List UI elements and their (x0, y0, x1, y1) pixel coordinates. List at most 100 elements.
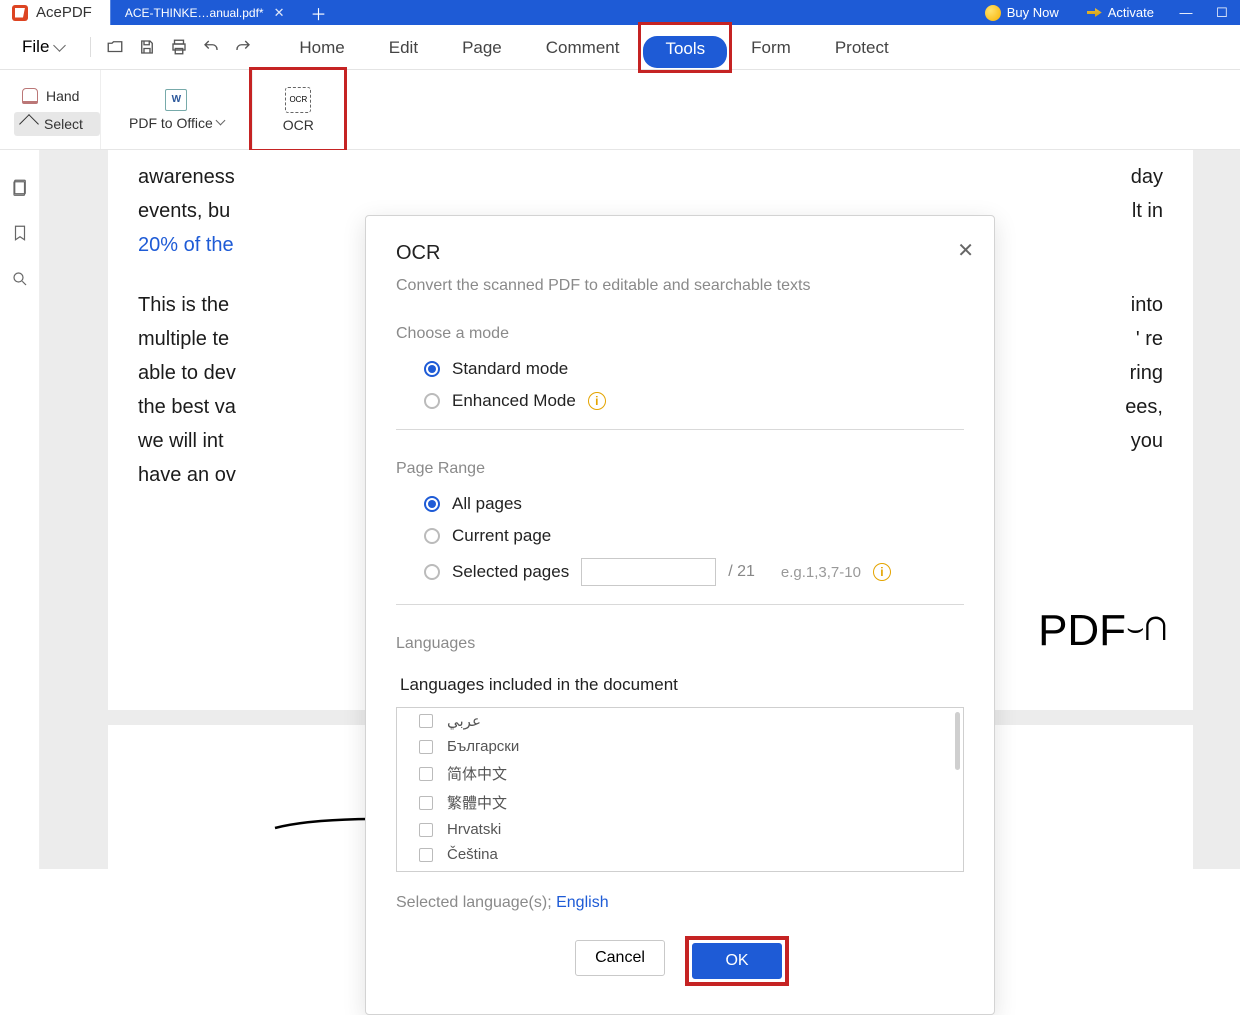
search-icon[interactable] (11, 270, 29, 288)
select-label: Select (44, 116, 83, 132)
ocr-dialog: OCR ✕ Convert the scanned PDF to editabl… (365, 215, 995, 1015)
ocr-button[interactable]: OCR OCR (252, 70, 344, 149)
language-option[interactable]: Hrvatski (397, 817, 963, 842)
ocr-label: OCR (283, 117, 314, 133)
doc-text: we will int (138, 430, 224, 452)
radio-off-icon (424, 564, 440, 580)
total-pages: / 21 (728, 563, 755, 581)
page-range-label: Page Range (396, 460, 964, 478)
checkbox-icon (419, 740, 433, 754)
tab-edit[interactable]: Edit (367, 25, 440, 70)
languages-listbox[interactable]: عربي Български 简体中文 繁體中文 Hrvatski Češtin… (396, 707, 964, 872)
language-option[interactable]: 繁體中文 (397, 788, 963, 817)
tab-home[interactable]: Home (277, 25, 366, 70)
doc-text: multiple te (138, 328, 229, 350)
standard-mode-label: Standard mode (452, 359, 568, 379)
hand-icon (22, 88, 38, 104)
language-option[interactable]: عربي (397, 708, 963, 734)
pdf-to-office-label: PDF to Office (129, 115, 213, 131)
cancel-button[interactable]: Cancel (575, 940, 665, 976)
language-label: 简体中文 (447, 763, 507, 784)
doc-text: the best va (138, 396, 236, 418)
tab-form[interactable]: Form (729, 25, 813, 70)
face-icon (985, 5, 1001, 21)
doc-text: ' re (1136, 322, 1163, 356)
tab-page[interactable]: Page (440, 25, 524, 70)
app-name: AcePDF (36, 4, 92, 21)
dialog-subtitle: Convert the scanned PDF to editable and … (396, 277, 964, 295)
bookmark-icon[interactable] (11, 224, 29, 242)
doc-text: events, bu (138, 200, 230, 222)
activate-button[interactable]: Activate (1073, 0, 1168, 25)
pdf-to-word-icon (165, 89, 187, 111)
enhanced-mode-label: Enhanced Mode (452, 391, 576, 411)
doc-text: into (1131, 288, 1163, 322)
info-icon[interactable]: i (588, 392, 606, 410)
selected-language-value: English (556, 894, 608, 911)
language-option[interactable]: Български (397, 734, 963, 759)
doc-text: have an ov (138, 464, 236, 486)
app-logo-icon (12, 5, 28, 21)
window-maximize-button[interactable]: ☐ (1204, 0, 1240, 25)
checkbox-icon (419, 823, 433, 837)
standard-mode-option[interactable]: Standard mode (424, 359, 964, 379)
file-label: File (22, 37, 49, 57)
tab-protect[interactable]: Protect (813, 25, 911, 70)
checkbox-icon (419, 767, 433, 781)
language-option[interactable]: 简体中文 (397, 759, 963, 788)
doc-text: you (1131, 424, 1163, 458)
close-tab-icon[interactable]: ✕ (274, 5, 285, 21)
document-name: ACE-THINKE…anual.pdf* (125, 6, 264, 20)
selected-pages-label: Selected pages (452, 562, 569, 582)
checkbox-icon (419, 714, 433, 728)
file-menu[interactable]: File (0, 37, 82, 57)
doc-text: This is the (138, 294, 229, 316)
range-example: e.g.1,3,7-10 (781, 564, 861, 581)
chevron-down-icon (215, 116, 225, 126)
hand-tool[interactable]: Hand (14, 84, 100, 108)
document-tab[interactable]: ACE-THINKE…anual.pdf* ✕ (110, 0, 299, 25)
tab-tools[interactable]: Tools (643, 36, 727, 68)
doc-text: awareness (138, 166, 235, 188)
menubar: File Home Edit Page Comment Tools Form P… (0, 25, 1240, 70)
pdf-to-office-button[interactable]: PDF to Office (100, 70, 252, 149)
window-minimize-button[interactable]: — (1168, 0, 1204, 25)
print-icon[interactable] (169, 37, 189, 57)
redo-icon[interactable] (233, 37, 253, 57)
language-label: 繁體中文 (447, 792, 507, 813)
new-tab-button[interactable]: ＋ (299, 0, 339, 25)
language-label: Български (447, 738, 519, 755)
tab-comment[interactable]: Comment (524, 25, 642, 70)
cursor-icon (19, 114, 39, 134)
undo-icon[interactable] (201, 37, 221, 57)
scrollbar[interactable] (955, 712, 960, 770)
dialog-close-button[interactable]: ✕ (957, 238, 974, 263)
selected-pages-input[interactable] (581, 558, 716, 586)
radio-off-icon (424, 393, 440, 409)
languages-title: Languages included in the document (400, 675, 964, 695)
hand-label: Hand (46, 88, 79, 104)
doc-text: ees, (1125, 390, 1163, 424)
chevron-down-icon (54, 39, 67, 52)
thumbnails-icon[interactable] (11, 178, 29, 196)
select-tool[interactable]: Select (14, 112, 100, 136)
enhanced-mode-option[interactable]: Enhanced Mode i (424, 391, 964, 411)
open-icon[interactable] (105, 37, 125, 57)
doc-text: able to dev (138, 362, 236, 384)
save-icon[interactable] (137, 37, 157, 57)
selected-pages-option[interactable]: Selected pages / 21 e.g.1,3,7-10 i (424, 558, 964, 586)
current-page-option[interactable]: Current page (424, 526, 964, 546)
all-pages-label: All pages (452, 494, 522, 514)
handwritten-annotation: PDF⌣⋂ (1038, 605, 1167, 656)
language-option[interactable]: Čeština (397, 842, 963, 867)
info-icon[interactable]: i (873, 563, 891, 581)
ok-button[interactable]: OK (692, 943, 782, 979)
doc-text: 20% of the (138, 234, 234, 256)
current-page-label: Current page (452, 526, 551, 546)
app-tab[interactable]: AcePDF (0, 0, 110, 25)
ocr-icon: OCR (285, 87, 311, 113)
languages-label: Languages (396, 635, 964, 653)
buy-now-label: Buy Now (1007, 5, 1059, 20)
all-pages-option[interactable]: All pages (424, 494, 964, 514)
buy-now-button[interactable]: Buy Now (971, 0, 1073, 25)
